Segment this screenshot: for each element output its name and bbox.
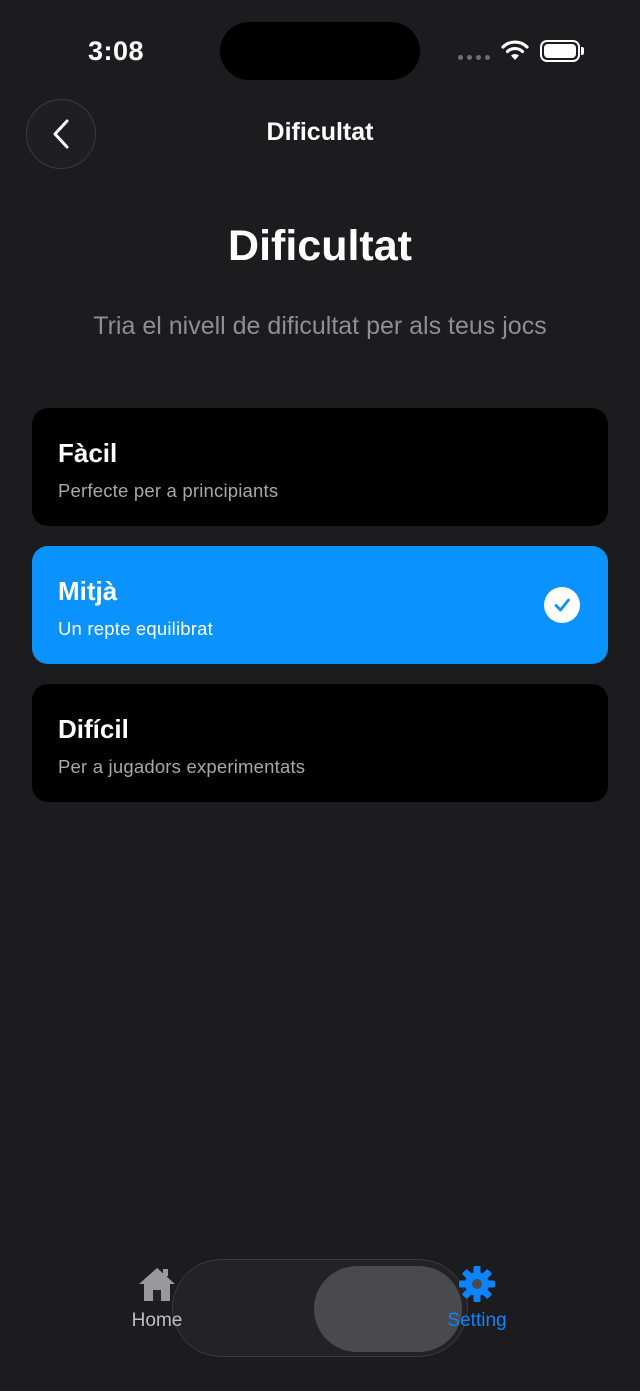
status-time: 3:08: [88, 36, 145, 66]
cellular-signal-icon: [458, 55, 490, 60]
option-title: Fàcil: [58, 438, 118, 468]
tab-setting-label: Setting: [447, 1310, 507, 1331]
gear-icon: [459, 1266, 495, 1302]
wifi-icon: [501, 40, 529, 60]
option-description: Un repte equilibrat: [58, 618, 213, 639]
page-title: Dificultat: [228, 222, 412, 270]
tab-bar: Home Setting: [0, 1250, 640, 1391]
tab-setting[interactable]: Setting: [422, 1264, 532, 1332]
tab-home[interactable]: Home: [102, 1264, 212, 1332]
option-description: Per a jugadors experimentats: [58, 756, 306, 777]
page-subtitle: Tria el nivell de dificultat per als teu…: [93, 312, 547, 340]
option-title: Mitjà: [58, 576, 118, 606]
dynamic-island: [220, 22, 420, 80]
difficulty-option-easy[interactable]: Fàcil Perfecte per a principiants: [32, 408, 608, 526]
battery-icon: [540, 40, 584, 62]
option-description: Perfecte per a principiants: [58, 480, 279, 501]
nav-title: Dificultat: [266, 118, 374, 146]
tab-home-label: Home: [131, 1310, 183, 1331]
option-title: Difícil: [58, 714, 129, 744]
difficulty-option-hard[interactable]: Difícil Per a jugadors experimentats: [32, 684, 608, 802]
difficulty-option-medium[interactable]: Mitjà Un repte equilibrat: [32, 546, 608, 664]
checkmark-icon: [544, 587, 580, 623]
status-bar: 3:08: [0, 0, 640, 100]
house-icon: [139, 1268, 175, 1301]
